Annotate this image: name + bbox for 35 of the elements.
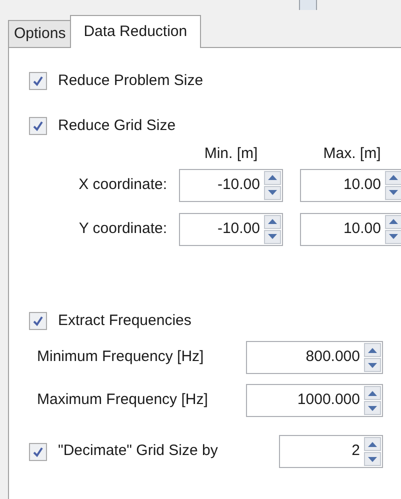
splitter-handle[interactable] xyxy=(299,0,317,10)
spin-box[interactable]: 10.00 xyxy=(300,168,401,202)
checkbox-label: Reduce Problem Size xyxy=(58,71,204,91)
spinner-arrows-icon[interactable] xyxy=(363,385,382,416)
spin-box[interactable]: 10.00 xyxy=(300,212,401,246)
spinner-arrows-icon[interactable] xyxy=(384,214,401,244)
checkbox-label: "Decimate" Grid Size by xyxy=(58,441,218,462)
check-icon xyxy=(32,75,44,88)
checkbox[interactable] xyxy=(29,72,47,90)
spinner-arrows-icon[interactable] xyxy=(363,342,382,373)
row-label: X coordinate: xyxy=(78,174,168,195)
checkbox-label: Extract Frequencies xyxy=(58,310,192,330)
field-label: Minimum Frequency [Hz] xyxy=(37,347,204,368)
spin-box[interactable]: -10.00 xyxy=(179,212,283,246)
checkbox-label: Reduce Grid Size xyxy=(58,116,176,136)
checkbox[interactable] xyxy=(29,312,47,330)
check-icon xyxy=(32,120,44,132)
spin-box[interactable]: 1000.000 xyxy=(246,384,383,417)
tab[interactable]: Data Reduction xyxy=(70,15,202,48)
spinner-arrows-icon[interactable] xyxy=(363,436,382,467)
checkbox[interactable] xyxy=(29,442,47,460)
row-label: Y coordinate: xyxy=(78,218,168,239)
spin-box[interactable]: 2 xyxy=(279,435,383,468)
check-icon xyxy=(32,446,44,458)
spinner-arrows-icon[interactable] xyxy=(263,214,282,244)
column-header: Max. [m] xyxy=(322,144,382,164)
spin-box[interactable]: 800.000 xyxy=(246,341,383,374)
spinner-arrows-icon[interactable] xyxy=(384,170,401,200)
tab[interactable]: Options xyxy=(8,20,72,47)
spin-box[interactable]: -10.00 xyxy=(179,168,283,202)
spinner-arrows-icon[interactable] xyxy=(263,170,282,200)
check-icon xyxy=(32,314,44,327)
field-label: Maximum Frequency [Hz] xyxy=(37,390,208,410)
column-header: Min. [m] xyxy=(203,144,259,164)
checkbox[interactable] xyxy=(29,116,47,135)
